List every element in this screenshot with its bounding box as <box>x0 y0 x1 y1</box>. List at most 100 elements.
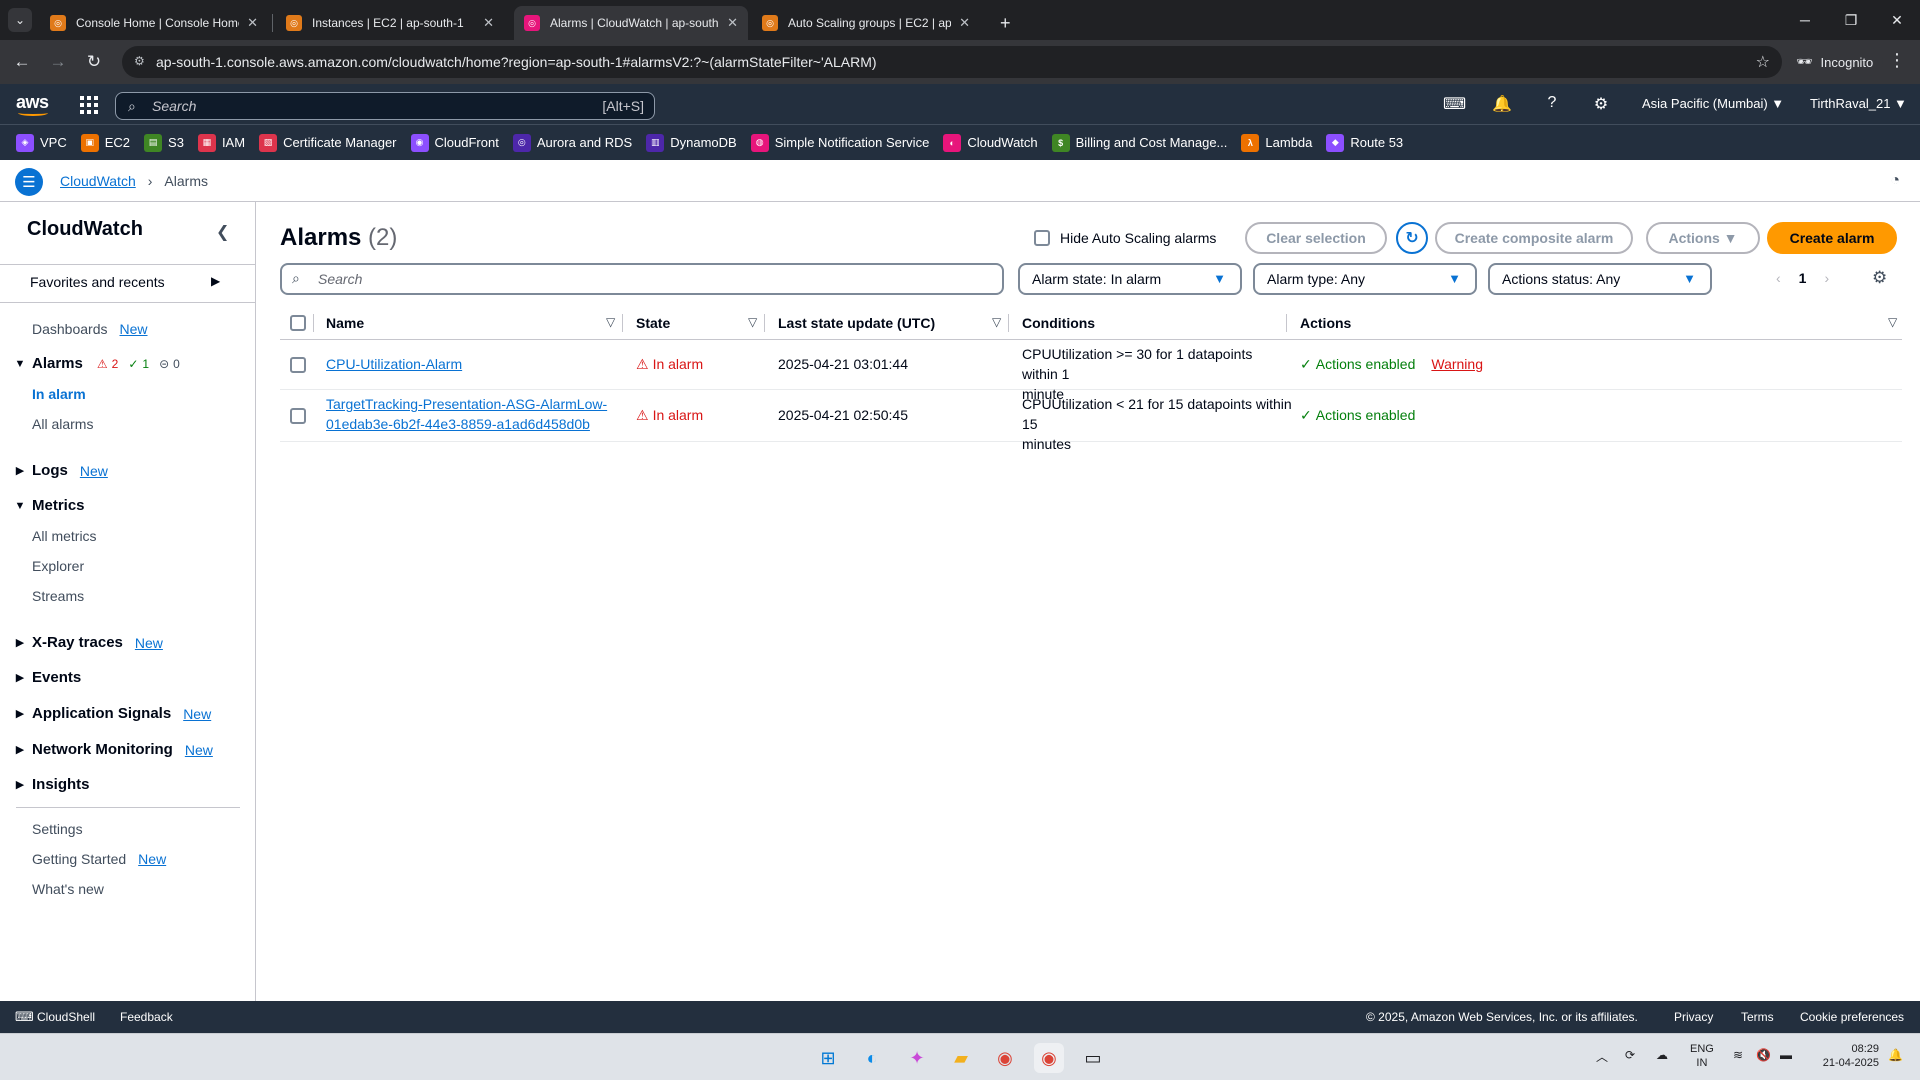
favorite-aurora-rds[interactable]: ◎ Aurora and RDS <box>512 133 632 152</box>
actions-status-filter[interactable]: Actions status: Any ▼ <box>1488 263 1712 295</box>
hide-autoscaling-checkbox[interactable] <box>1034 230 1050 246</box>
cookie-preferences-link[interactable]: Cookie preferences <box>1800 1010 1904 1024</box>
alarm-name-link[interactable]: TargetTracking-Presentation-ASG-AlarmLow… <box>326 394 616 434</box>
column-header-state[interactable]: State <box>636 315 670 331</box>
favorite-cloudfront[interactable]: ◉ CloudFront <box>410 133 499 152</box>
windows-start-icon[interactable]: ⊞ <box>813 1043 843 1073</box>
sidebar-item-streams[interactable]: Streams <box>32 588 84 604</box>
column-header-name[interactable]: Name <box>326 315 364 331</box>
favorite-iam[interactable]: ▦ IAM <box>197 133 245 152</box>
favorite-cloudwatch[interactable]: ◐ CloudWatch <box>943 133 1038 152</box>
favorite-s3[interactable]: ▤ S3 <box>144 133 184 152</box>
favorite-vpc[interactable]: ◈ VPC <box>16 133 67 152</box>
site-info-icon[interactable]: ⚙ <box>134 54 148 68</box>
actions-dropdown-button[interactable]: Actions ▼ <box>1646 222 1760 254</box>
notifications-bell-icon[interactable]: 🔔 <box>1492 94 1512 114</box>
browser-tab[interactable]: ◎ Auto Scaling groups | EC2 | ap-south-1… <box>752 6 980 40</box>
close-tab-icon[interactable]: ✕ <box>727 15 738 31</box>
services-menu-icon[interactable] <box>80 96 98 114</box>
terms-link[interactable]: Terms <box>1741 1010 1774 1024</box>
row-checkbox[interactable] <box>290 408 306 424</box>
sidebar-item-all-alarms[interactable]: All alarms <box>32 416 93 432</box>
refresh-icon[interactable]: ↻ <box>1396 222 1428 254</box>
sidebar-section-xray[interactable]: ▶ X-Ray traces New <box>14 634 163 651</box>
notification-center-icon[interactable]: 🔔 <box>1888 1048 1903 1062</box>
onedrive-icon[interactable]: ☁ <box>1656 1048 1668 1062</box>
alarm-state-filter[interactable]: Alarm state: In alarm ▼ <box>1018 263 1242 295</box>
sidebar-section-alarms[interactable]: ▼ Alarms ⚠ 2 ✓ 1 ⊝ 0 <box>14 355 180 372</box>
minimize-icon[interactable]: ─ <box>1782 0 1828 40</box>
sidebar-item-getting-started[interactable]: Getting Started New <box>32 851 166 867</box>
sidebar-section-application-signals[interactable]: ▶ Application Signals New <box>14 705 211 722</box>
favorite-billing[interactable]: $ Billing and Cost Manage... <box>1051 133 1227 152</box>
copilot-icon[interactable]: ✦ <box>902 1043 932 1073</box>
back-icon[interactable]: ← <box>10 50 34 74</box>
show-hidden-icons-icon[interactable]: ︿ <box>1596 1048 1608 1065</box>
chrome-incognito-icon[interactable]: ◉ <box>1034 1043 1064 1073</box>
current-page[interactable]: 1 <box>1799 270 1807 286</box>
tab-search-icon[interactable]: ⌄ <box>8 8 32 32</box>
sidebar-item-in-alarm[interactable]: In alarm <box>32 386 86 402</box>
close-tab-icon[interactable]: ✕ <box>247 15 258 31</box>
previous-page-icon[interactable]: ‹ <box>1776 270 1781 286</box>
sidebar-section-events[interactable]: ▶ Events <box>14 669 81 686</box>
browser-menu-icon[interactable]: ⋮ <box>1888 50 1906 71</box>
actions-warning-link[interactable]: Warning <box>1431 354 1483 374</box>
browser-tab-active[interactable]: ◎ Alarms | CloudWatch | ap-south-1 ✕ <box>514 6 748 40</box>
cloudshell-link[interactable]: CloudShell <box>37 1010 95 1024</box>
alarm-type-filter[interactable]: Alarm type: Any ▼ <box>1253 263 1477 295</box>
sidebar-item-dashboards[interactable]: Dashboards New <box>32 321 148 337</box>
cloudshell-icon[interactable]: ⌨ <box>1443 94 1466 114</box>
collapse-sidebar-icon[interactable]: ❮ <box>216 222 229 242</box>
address-bar[interactable]: ⚙ ap-south-1.console.aws.amazon.com/clou… <box>122 46 1782 78</box>
clear-selection-button[interactable]: Clear selection <box>1245 222 1387 254</box>
alarm-name-link[interactable]: CPU-Utilization-Alarm <box>326 356 462 372</box>
sort-icon[interactable]: ▽ <box>992 315 1001 329</box>
caret-right-icon[interactable]: ▶ <box>211 274 220 288</box>
reload-icon[interactable]: ↻ <box>82 50 106 74</box>
sidebar-item-settings[interactable]: Settings <box>32 821 83 837</box>
favorite-route53[interactable]: ◆ Route 53 <box>1326 133 1403 152</box>
browser-tab[interactable]: ◎ Instances | EC2 | ap-south-1 ✕ <box>276 6 504 40</box>
chrome-icon[interactable]: ◉ <box>990 1043 1020 1073</box>
sidebar-section-metrics[interactable]: ▼ Metrics <box>14 497 85 514</box>
column-header-last-update[interactable]: Last state update (UTC) <box>778 315 935 331</box>
sidebar-section-logs[interactable]: ▶ Logs New <box>14 462 108 479</box>
settings-gear-icon[interactable]: ⚙ <box>1591 94 1611 114</box>
cloudshell-icon[interactable]: ⌨ <box>15 1009 34 1025</box>
create-composite-alarm-button[interactable]: Create composite alarm <box>1435 222 1633 254</box>
breadcrumb-cloudwatch-link[interactable]: CloudWatch <box>60 173 136 189</box>
volume-muted-icon[interactable]: 🔇 <box>1756 1048 1771 1062</box>
battery-icon[interactable]: ▬ <box>1780 1048 1792 1062</box>
aws-logo[interactable]: aws <box>16 92 49 116</box>
file-explorer-icon[interactable]: ▰ <box>946 1043 976 1073</box>
wifi-icon[interactable]: ≋ <box>1733 1048 1743 1062</box>
close-tab-icon[interactable]: ✕ <box>483 15 494 31</box>
region-selector[interactable]: Asia Pacific (Mumbai) ▼ <box>1642 96 1784 111</box>
language-indicator[interactable]: ENG IN <box>1690 1042 1714 1070</box>
favorite-certificate-manager[interactable]: ▧ Certificate Manager <box>259 133 397 152</box>
favorite-ec2[interactable]: ▣ EC2 <box>80 133 130 152</box>
close-tab-icon[interactable]: ✕ <box>959 15 970 31</box>
feedback-link[interactable]: Feedback <box>120 1010 173 1024</box>
bookmark-star-icon[interactable]: ☆ <box>1756 52 1770 72</box>
account-menu[interactable]: TirthRaval_21 ▼ <box>1810 96 1907 111</box>
alarm-search-input[interactable]: ⌕ Search <box>280 263 1004 295</box>
sync-icon[interactable]: ⟳ <box>1625 1048 1635 1062</box>
favorite-sns[interactable]: ◍ Simple Notification Service <box>750 133 929 152</box>
menu-hamburger-icon[interactable]: ☰ <box>15 168 43 196</box>
sort-icon[interactable]: ▽ <box>1888 315 1897 329</box>
close-window-icon[interactable]: ✕ <box>1874 0 1920 40</box>
incognito-indicator[interactable]: 🕶 Incognito <box>1786 48 1884 76</box>
hide-autoscaling-toggle[interactable]: Hide Auto Scaling alarms <box>1034 230 1216 246</box>
sidebar-item-explorer[interactable]: Explorer <box>32 558 84 574</box>
restore-icon[interactable]: ❐ <box>1828 0 1874 40</box>
sidebar-item-whats-new[interactable]: What's new <box>32 881 104 897</box>
privacy-link[interactable]: Privacy <box>1674 1010 1713 1024</box>
create-alarm-button[interactable]: Create alarm <box>1767 222 1897 254</box>
aws-search-input[interactable]: ⌕ Search [Alt+S] <box>115 92 655 120</box>
info-panel-icon[interactable]: ◔ <box>1890 172 1900 190</box>
edge-browser-icon[interactable]: ◐ <box>857 1043 887 1073</box>
sort-icon[interactable]: ▽ <box>606 315 615 329</box>
column-header-conditions[interactable]: Conditions <box>1022 315 1095 331</box>
